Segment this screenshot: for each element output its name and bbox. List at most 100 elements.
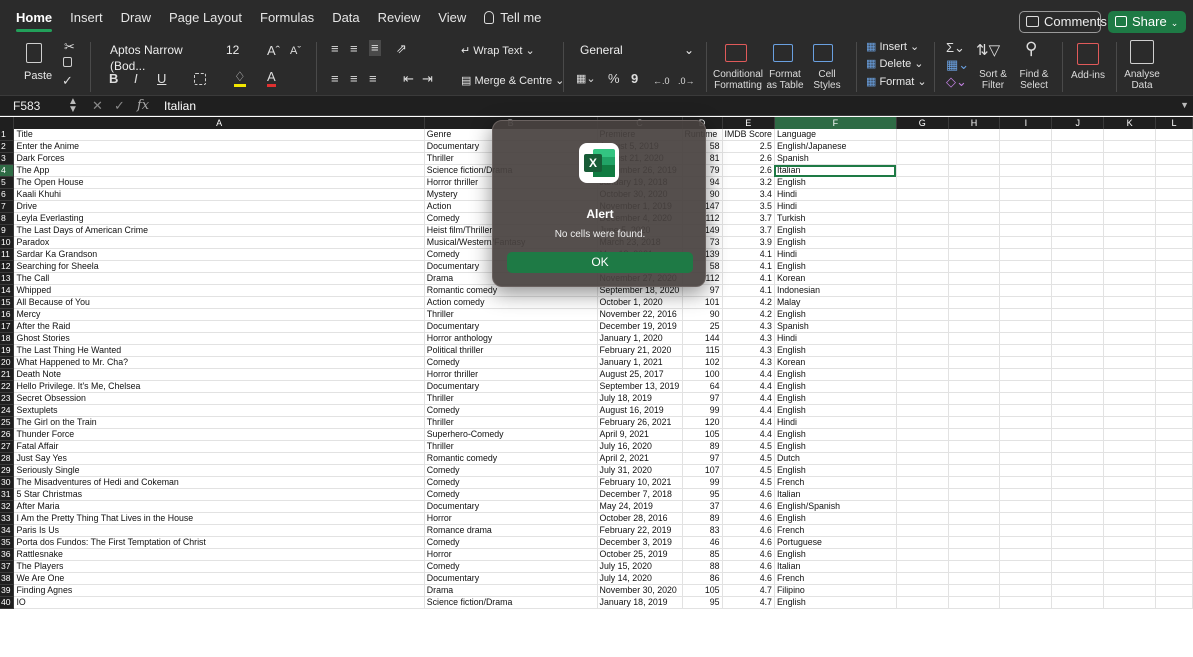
cell-empty[interactable] — [896, 428, 949, 442]
cell-empty[interactable] — [1103, 488, 1156, 502]
increase-font-icon[interactable]: Aˆ — [267, 44, 280, 58]
cell-empty[interactable] — [948, 428, 1001, 442]
cell-d[interactable]: 99 — [682, 476, 723, 490]
cell-f[interactable]: English — [774, 176, 897, 190]
cell-empty[interactable] — [948, 596, 1001, 610]
cell-empty[interactable] — [1103, 152, 1156, 166]
cell-empty[interactable] — [1155, 500, 1193, 514]
cell-empty[interactable] — [1103, 560, 1156, 574]
cell-f[interactable]: Spanish — [774, 152, 897, 166]
cell-empty[interactable] — [1051, 164, 1105, 178]
cell-empty[interactable] — [1103, 296, 1156, 310]
cell-c[interactable]: August 16, 2019 — [597, 404, 683, 418]
cell-e[interactable]: 4.4 — [722, 380, 775, 394]
insert-cells-button[interactable]: ▦ Insert ⌄ — [866, 40, 919, 53]
cell-f[interactable]: Filipino — [774, 584, 897, 598]
cell-f[interactable]: English — [774, 380, 897, 394]
cell-empty[interactable] — [1155, 236, 1193, 250]
cell-empty[interactable] — [999, 308, 1053, 322]
cell-b[interactable]: Documentary — [424, 500, 598, 514]
cell-empty[interactable] — [999, 392, 1053, 406]
column-header-k[interactable]: K — [1103, 117, 1156, 129]
cell-empty[interactable] — [1051, 140, 1105, 154]
cell-empty[interactable] — [948, 308, 1001, 322]
cell-empty[interactable] — [1051, 260, 1105, 274]
cell-a[interactable]: The App — [13, 164, 425, 178]
cell-c[interactable]: December 19, 2019 — [597, 320, 683, 334]
column-header-i[interactable]: I — [999, 117, 1053, 129]
cell-empty[interactable] — [1051, 452, 1105, 466]
tab-review[interactable]: Review — [378, 0, 421, 36]
row-header[interactable]: 22 — [0, 380, 15, 394]
cell-empty[interactable] — [948, 440, 1001, 454]
cell-a[interactable]: Thunder Force — [13, 428, 425, 442]
cell-empty[interactable] — [1103, 200, 1156, 214]
cell-e[interactable]: 4.6 — [722, 548, 775, 562]
cell-b[interactable]: Romance drama — [424, 524, 598, 538]
cell-a[interactable]: The Players — [13, 560, 425, 574]
cell-f[interactable]: English — [774, 368, 897, 382]
row-header[interactable]: 18 — [0, 332, 15, 346]
cell-empty[interactable] — [896, 224, 949, 238]
cell-a[interactable]: Seriously Single — [13, 464, 425, 478]
cell-b[interactable]: Comedy — [424, 560, 598, 574]
row-header[interactable]: 28 — [0, 452, 15, 466]
cell-c[interactable]: January 1, 2021 — [597, 356, 683, 370]
borders-icon[interactable] — [194, 73, 206, 85]
cell-a[interactable]: Drive — [13, 200, 425, 214]
cell-empty[interactable] — [896, 548, 949, 562]
row-header[interactable]: 21 — [0, 368, 15, 382]
cell-empty[interactable] — [1103, 224, 1156, 238]
align-center-icon[interactable]: ≡ — [350, 72, 358, 86]
merge-centre-button[interactable]: ▤ Merge & Centre ⌄ — [461, 74, 564, 87]
cell-f[interactable]: Turkish — [774, 212, 897, 226]
cell-c[interactable]: November 30, 2020 — [597, 584, 683, 598]
cell-e[interactable]: 2.6 — [722, 152, 775, 166]
cell-empty[interactable] — [1051, 512, 1105, 526]
row-header[interactable]: 11 — [0, 248, 15, 262]
align-left-icon[interactable]: ≡ — [331, 72, 339, 86]
cell-f[interactable]: Language — [774, 129, 897, 142]
tab-draw[interactable]: Draw — [121, 0, 151, 36]
cell-f[interactable]: English — [774, 548, 897, 562]
cell-a[interactable]: Finding Agnes — [13, 584, 425, 598]
row-header[interactable]: 24 — [0, 404, 15, 418]
cell-e[interactable]: 4.1 — [722, 272, 775, 286]
cell-empty[interactable] — [999, 260, 1053, 274]
cell-e[interactable]: 4.1 — [722, 248, 775, 262]
cell-a[interactable]: Paris Is Us — [13, 524, 425, 538]
cell-f[interactable]: Hindi — [774, 200, 897, 214]
cell-b[interactable]: Thriller — [424, 308, 598, 322]
cell-e[interactable]: 4.6 — [722, 560, 775, 574]
fill-color-icon[interactable]: ♢ — [234, 70, 246, 87]
cell-empty[interactable] — [999, 428, 1053, 442]
cell-empty[interactable] — [999, 272, 1053, 286]
cell-empty[interactable] — [948, 380, 1001, 394]
wrap-text-button[interactable]: ↵ Wrap Text ⌄ — [461, 44, 535, 57]
cell-empty[interactable] — [1103, 476, 1156, 490]
analyse-data-label[interactable]: Analyse Data — [1122, 69, 1162, 91]
cell-empty[interactable] — [896, 260, 949, 274]
cell-empty[interactable] — [1051, 404, 1105, 418]
cell-empty[interactable] — [1051, 416, 1105, 430]
column-header-f[interactable]: F — [774, 117, 897, 129]
cell-d[interactable]: 105 — [682, 428, 723, 442]
name-box[interactable]: F583 — [13, 99, 40, 113]
cell-empty[interactable] — [1051, 440, 1105, 454]
cell-d[interactable]: 46 — [682, 536, 723, 550]
cell-empty[interactable] — [1103, 452, 1156, 466]
row-header[interactable]: 36 — [0, 548, 15, 562]
cell-empty[interactable] — [999, 140, 1053, 154]
row-header[interactable]: 15 — [0, 296, 15, 310]
cell-e[interactable]: 4.5 — [722, 452, 775, 466]
cell-empty[interactable] — [948, 152, 1001, 166]
cell-empty[interactable] — [1103, 368, 1156, 382]
cell-empty[interactable] — [948, 356, 1001, 370]
cell-empty[interactable] — [1103, 416, 1156, 430]
cell-a[interactable]: The Misadventures of Hedi and Cokeman — [13, 476, 425, 490]
cell-b[interactable]: Superhero-Comedy — [424, 428, 598, 442]
cell-empty[interactable] — [948, 176, 1001, 190]
column-header-h[interactable]: H — [948, 117, 1001, 129]
cell-empty[interactable] — [1103, 596, 1156, 610]
cell-a[interactable]: Leyla Everlasting — [13, 212, 425, 226]
